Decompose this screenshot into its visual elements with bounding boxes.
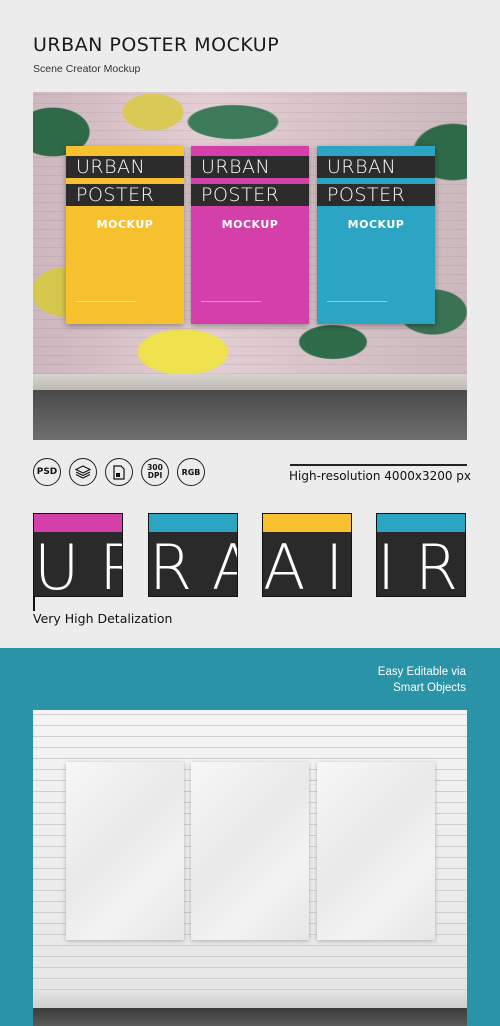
asphalt-ground bbox=[33, 1008, 467, 1026]
blank-poster-1 bbox=[66, 762, 184, 940]
dpi-label: 300 DPI bbox=[147, 463, 163, 480]
poster-title-line1: URBAN bbox=[66, 156, 184, 178]
psd-icon: PSD bbox=[33, 458, 61, 486]
resolution-divider bbox=[290, 464, 467, 466]
detail-thumb-1: U R bbox=[33, 513, 123, 597]
editable-line1: Easy Editable via bbox=[377, 666, 466, 678]
poster-magenta: URBAN POSTER MOCKUP bbox=[191, 146, 309, 324]
wall-ledge bbox=[33, 374, 467, 390]
psd-label: PSD bbox=[36, 467, 58, 477]
editable-caption: Easy Editable via Smart Objects bbox=[378, 664, 466, 696]
poster-cyan: URBAN POSTER MOCKUP bbox=[317, 146, 435, 324]
detail-thumb-3: A I bbox=[262, 513, 352, 597]
page-subtitle: Scene Creator Mockup bbox=[33, 63, 141, 75]
300-dpi-icon: 300 DPI bbox=[141, 458, 169, 486]
thumb-letters: U R bbox=[34, 538, 122, 597]
resolution-text: High-resolution 4000x3200 px bbox=[289, 469, 472, 483]
poster-title-line2: POSTER bbox=[317, 184, 435, 206]
thumb-letters: R A bbox=[149, 538, 237, 597]
wall-ledge bbox=[33, 990, 467, 1008]
poster-fine-print bbox=[76, 301, 136, 312]
layers-icon bbox=[69, 458, 97, 486]
thumb-color-strip bbox=[149, 514, 237, 532]
white-wall-scene bbox=[33, 710, 467, 1026]
thumb-letters: I R bbox=[377, 538, 459, 597]
poster-title-line2: POSTER bbox=[191, 184, 309, 206]
thumb-letters: A I bbox=[263, 538, 344, 597]
detail-thumb-4: I R bbox=[376, 513, 466, 597]
thumb-color-strip bbox=[377, 514, 465, 532]
rgb-icon: RGB bbox=[177, 458, 205, 486]
thumb-color-strip bbox=[263, 514, 351, 532]
poster-subtitle: MOCKUP bbox=[347, 218, 405, 231]
poster-fine-print bbox=[201, 301, 261, 312]
poster-fine-print bbox=[327, 301, 387, 312]
detail-thumb-2: R A bbox=[148, 513, 238, 597]
graffiti-wall-scene: URBAN POSTER MOCKUP URBAN POSTER MOCKUP … bbox=[33, 92, 467, 440]
asphalt-ground bbox=[33, 390, 467, 440]
blank-poster-3 bbox=[317, 762, 435, 940]
detail-divider bbox=[33, 597, 35, 611]
poster-subtitle: MOCKUP bbox=[96, 218, 154, 231]
detail-label: Very High Detalization bbox=[33, 611, 173, 626]
poster-title-line2: POSTER bbox=[66, 184, 184, 206]
smart-object-file-icon bbox=[105, 458, 133, 486]
poster-title-line1: URBAN bbox=[317, 156, 435, 178]
editable-line2: Smart Objects bbox=[393, 682, 466, 694]
page-title: URBAN POSTER MOCKUP bbox=[33, 34, 280, 56]
rgb-label: RGB bbox=[181, 467, 201, 477]
thumb-color-strip bbox=[34, 514, 122, 532]
poster-yellow: URBAN POSTER MOCKUP bbox=[66, 146, 184, 324]
poster-title-line1: URBAN bbox=[191, 156, 309, 178]
blank-poster-2 bbox=[191, 762, 309, 940]
poster-subtitle: MOCKUP bbox=[221, 218, 279, 231]
